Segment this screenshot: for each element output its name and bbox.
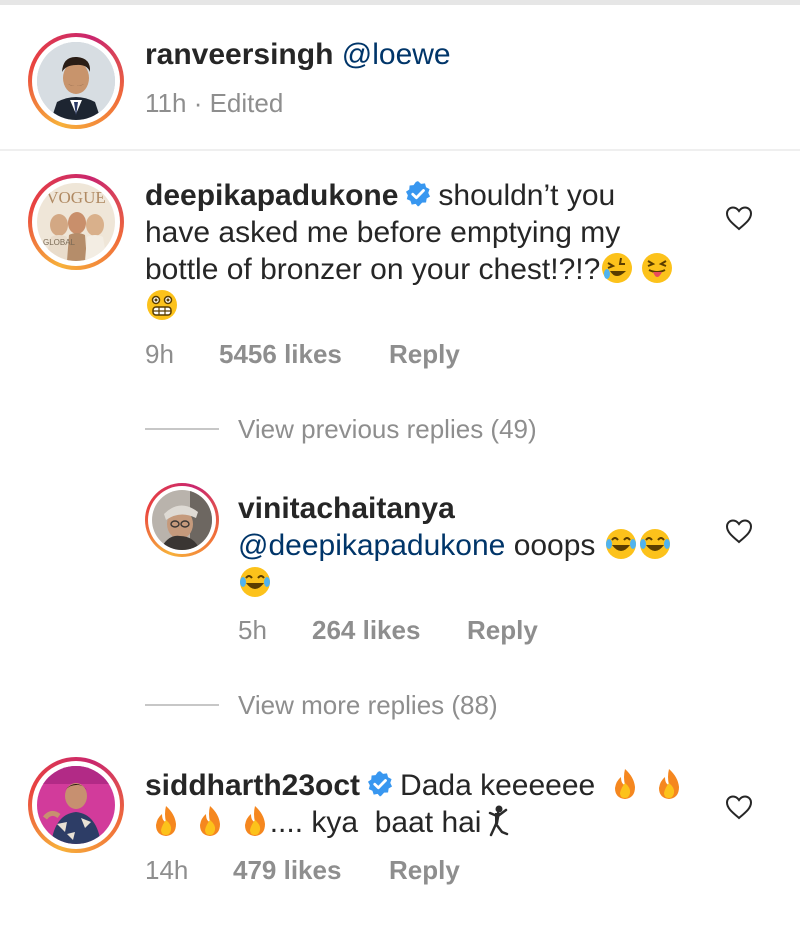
verified-badge-icon (366, 770, 394, 807)
post-edited: Edited (209, 88, 284, 118)
comment-likes-wrap: 5456 likes (219, 339, 342, 369)
comment-time: 5h (238, 615, 267, 645)
comment-likes[interactable]: 479 likes (233, 855, 341, 885)
post-author-avatar[interactable] (28, 33, 124, 129)
comment-line-2: have asked me before emptying my (145, 216, 621, 249)
comment-avatar-deepikapadukone[interactable]: VOGUE GLOBAL (28, 174, 124, 270)
reply-meta: 5h (238, 615, 267, 645)
comment-reply-wrap: Reply (467, 615, 538, 645)
fire-emoji (240, 804, 270, 847)
avatar-vogue-text: VOGUE (46, 188, 106, 207)
heart-icon[interactable] (725, 518, 753, 549)
post-time: 11h (145, 88, 187, 118)
comment-meta-deepika: 9h (145, 339, 174, 369)
comment-time: 9h (145, 339, 174, 369)
comment-username-vinitachaitanya[interactable]: vinitachaitanya (238, 492, 455, 525)
comment-likes[interactable]: 264 likes (312, 615, 420, 645)
reply-emoji-line (238, 565, 272, 608)
fire-emoji (151, 804, 181, 847)
comment-line-3: bottle of bronzer on your chest!?!? (145, 253, 601, 286)
header-divider (0, 149, 800, 151)
squinting-tongue-emoji (640, 251, 674, 294)
post-separator: · (193, 88, 203, 118)
post-mention[interactable]: @loewe (342, 38, 451, 71)
reply-button[interactable]: Reply (467, 615, 538, 645)
heart-icon[interactable] (725, 205, 753, 236)
comment-line-1: Dada keeeeee (400, 769, 596, 802)
comment-line-4 (145, 288, 179, 331)
comment-line-1: shouldn’t you (438, 179, 616, 212)
verified-badge-icon (404, 180, 432, 217)
comment-avatar-vinitachaitanya[interactable] (145, 483, 219, 557)
dancing-man-emoji (485, 804, 511, 847)
fire-emoji (195, 804, 225, 847)
view-previous-line (145, 428, 219, 430)
heart-icon[interactable] (725, 794, 753, 825)
comment-avatar-siddharth23oct[interactable] (28, 757, 124, 853)
comment-text-deepika: deepikapadukone shouldn’t you (145, 177, 615, 217)
comment-likes-wrap: 479 likes (233, 855, 341, 885)
fire-emoji (610, 767, 640, 810)
reply-mention[interactable]: @deepikapadukone (238, 529, 505, 562)
tears-of-joy-emoji (604, 527, 638, 570)
tears-of-joy-emoji (638, 527, 672, 570)
view-more-replies[interactable]: View more replies (88) (238, 690, 498, 720)
reply-username-line: vinitachaitanya (238, 490, 455, 527)
comment-line-2-wrap: .... kya baat hai (145, 804, 511, 847)
reply-button[interactable]: Reply (389, 855, 460, 885)
comment-line-2: .... kya baat hai (269, 806, 482, 839)
comment-username-siddharth23oct[interactable]: siddharth23oct (145, 769, 360, 802)
comment-line-3-wrap: bottle of bronzer on your chest!?!? (145, 251, 674, 294)
post-header: ranveersingh @loewe (145, 36, 451, 73)
reply-text: ooops (513, 529, 596, 562)
grimacing-emoji (145, 288, 179, 331)
comment-meta-siddharth: 14h (145, 855, 188, 885)
comment-likes-wrap: 264 likes (312, 615, 420, 645)
reply-button[interactable]: Reply (389, 339, 460, 369)
comment-time: 14h (145, 855, 189, 885)
comment-username-deepikapadukone[interactable]: deepikapadukone (145, 179, 398, 212)
view-more-line (145, 704, 219, 706)
reply-text-line: @deepikapadukone ooops (238, 527, 672, 570)
post-meta: 11h · Edited (145, 88, 283, 118)
comment-reply-wrap: Reply (389, 855, 460, 885)
rolling-laughing-emoji (600, 251, 634, 294)
top-border (0, 0, 800, 5)
view-previous-replies[interactable]: View previous replies (49) (238, 414, 537, 444)
avatar-caption: GLOBAL (43, 238, 76, 247)
comment-likes[interactable]: 5456 likes (219, 339, 342, 369)
post-author-username[interactable]: ranveersingh (145, 38, 333, 71)
tears-of-joy-emoji (238, 565, 272, 608)
fire-emoji (654, 767, 684, 810)
comment-reply-wrap: Reply (389, 339, 460, 369)
